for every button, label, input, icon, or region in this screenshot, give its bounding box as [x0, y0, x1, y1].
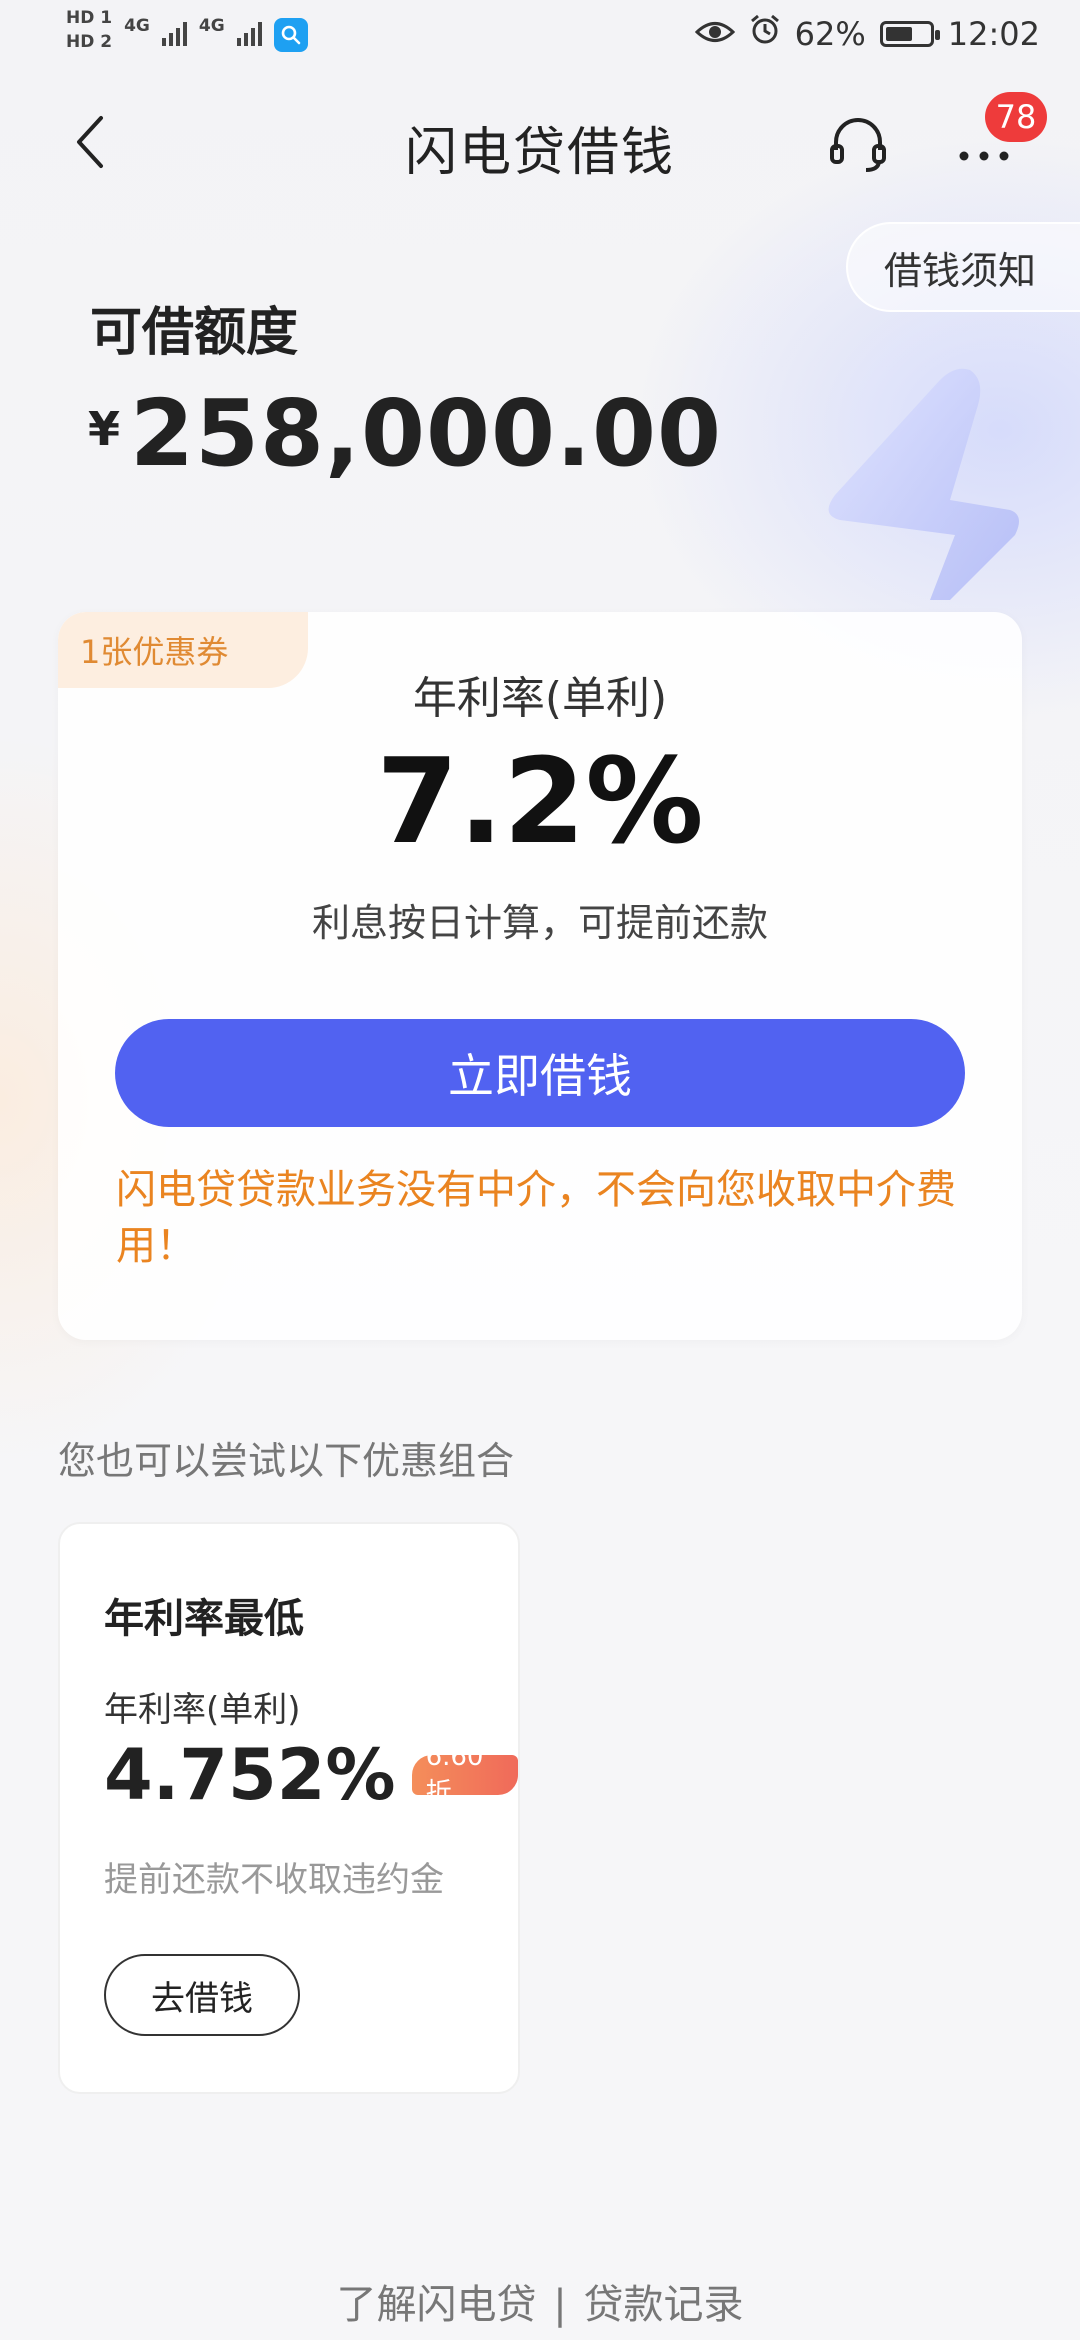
no-agent-warning: 闪电贷贷款业务没有中介，不会向您收取中介费用！: [116, 1167, 956, 1269]
status-right: 62% 12:02: [694, 14, 1040, 54]
signal-bars-icon-2: [236, 18, 262, 46]
lightning-bolt-icon: [828, 368, 1019, 600]
discount-badge: 6.60折: [411, 1742, 518, 1808]
hd1-label: HD 1: [66, 8, 113, 28]
promo-rate-row: 4.752% 6.60折: [104, 1734, 518, 1816]
loan-records-link[interactable]: 贷款记录: [583, 2282, 743, 2328]
promo-rate-value: 4.752%: [104, 1734, 396, 1816]
promo-title: 年利率最低: [104, 1596, 304, 1642]
credit-limit-amount: ¥ 258,000.00: [88, 380, 722, 487]
page-title: 闪电贷借钱: [404, 123, 675, 183]
alarm-icon: [749, 14, 781, 54]
currency-symbol: ¥: [88, 402, 121, 456]
go-borrow-button[interactable]: 去借钱: [104, 1954, 300, 2036]
network1-label: 4G: [124, 16, 150, 36]
credit-amount-value: 258,000.00: [130, 380, 723, 487]
headset-icon: [830, 118, 886, 172]
status-left: HD 1 HD 2 4G 4G: [66, 8, 308, 52]
borrow-notice-button[interactable]: 借钱须知: [846, 222, 1080, 312]
hd-indicators: HD 1 HD 2: [66, 8, 112, 52]
customer-service-button[interactable]: [826, 112, 890, 176]
borrow-now-button[interactable]: 立即借钱: [115, 1019, 965, 1127]
notification-badge: 78: [985, 92, 1047, 142]
promo-rate-label: 年利率(单利): [104, 1690, 301, 1730]
battery-icon: [879, 21, 940, 47]
offer-combo-hint: 您也可以尝试以下优惠组合: [58, 1439, 515, 1483]
footer-links: 了解闪电贷 | 贷款记录: [0, 2272, 1080, 2330]
eye-icon: [694, 15, 735, 53]
loan-offer-card: 1张优惠券 年利率(单利) 7.2% 利息按日计算，可提前还款 立即借钱 闪电贷…: [58, 612, 1022, 1340]
rate-description: 利息按日计算，可提前还款: [311, 901, 768, 945]
hd2-label: HD 2: [66, 32, 113, 52]
footer-separator: |: [553, 2282, 567, 2328]
credit-limit-label: 可借额度: [90, 303, 299, 363]
nav-bar: 闪电贷借钱: [0, 96, 1080, 192]
battery-fill: [885, 27, 912, 41]
annual-rate-value: 7.2%: [376, 732, 704, 870]
status-bar: HD 1 HD 2 4G 4G 62% 12:02: [0, 0, 1080, 76]
learn-more-link[interactable]: 了解闪电贷: [337, 2282, 537, 2328]
network2-label: 4G: [198, 16, 225, 36]
battery-percent: 62%: [794, 15, 866, 53]
annual-rate-label: 年利率(单利): [412, 673, 668, 724]
promo-description: 提前还款不收取违约金: [104, 1860, 444, 1900]
signal-bars-icon: [161, 18, 187, 46]
clock-time: 12:02: [947, 15, 1040, 53]
lowest-rate-card[interactable]: 年利率最低 年利率(单利) 4.752% 6.60折 提前还款不收取违约金 去借…: [58, 1522, 520, 2094]
app-notification-icon: [273, 18, 308, 52]
